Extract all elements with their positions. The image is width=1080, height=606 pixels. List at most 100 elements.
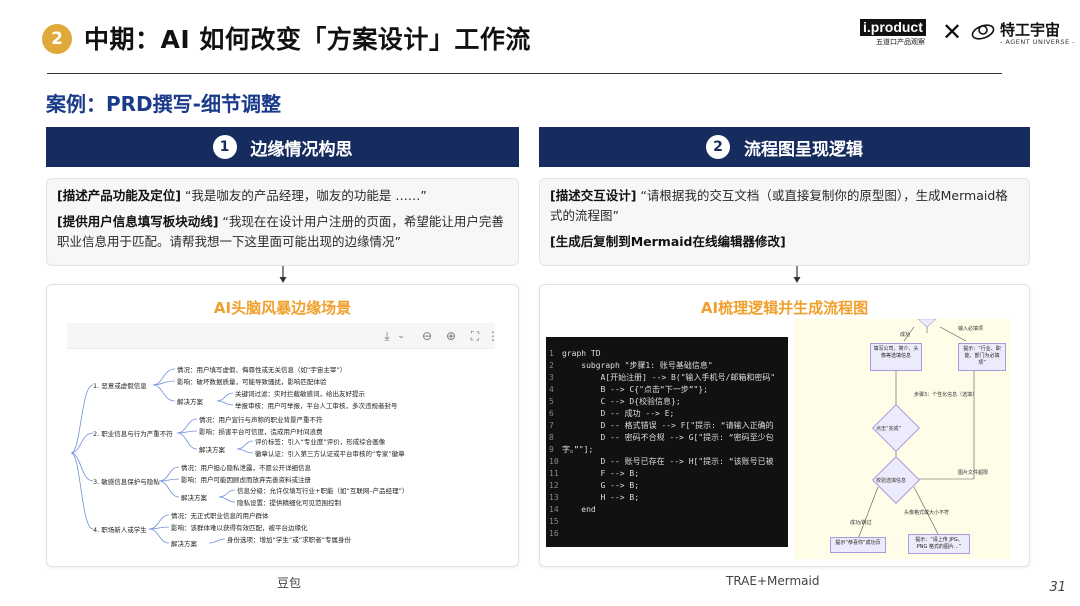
mm-b1-item-3: 解决方案: [177, 398, 203, 406]
code-line-number: 6: [549, 409, 554, 418]
mm-b3-item-5: 隐私设置：提供精细化可见范围控制: [237, 499, 341, 507]
code-line: 4 B --> C{"点击“下一步”"};: [546, 385, 708, 395]
code-line-number: 1: [549, 349, 554, 358]
code-line-number: 3: [549, 373, 554, 382]
code-line-text: end: [562, 505, 596, 514]
mm-b2-item-1: 情况：用户宣行与声称的职业背景严重不符: [199, 416, 323, 424]
mm-b2-item-2: 影响：损害平台可信度，造成用户时间浪费: [199, 428, 323, 436]
code-line-number: 15: [549, 517, 559, 526]
code-line-text: C --> D{校验信息};: [562, 397, 681, 406]
right-caption: TRAE+Mermaid: [726, 574, 820, 588]
code-line: 2 subgraph "步骤1: 账号基础信息": [546, 361, 713, 371]
mm-b3-item-3: 解决方案: [181, 494, 207, 502]
section-number-badge: 2: [42, 24, 72, 54]
code-line-text: H --> B;: [562, 493, 640, 502]
code-line-number: 2: [549, 361, 554, 370]
left-caption: 豆包: [277, 576, 302, 590]
code-line-number: 10: [549, 457, 559, 466]
code-line: 3 A[开始注册] --> B("输入手机号/邮箱和密码": [546, 373, 775, 383]
code-line: 12 G --> B;: [546, 481, 639, 491]
mm-b1-item-4: 关键词过滤：实时拦截敏感词，给出友好提示: [235, 390, 365, 398]
mm-b1-item-1: 情况：用户填写虚假、侮辱性或无关信息（如“宇宙主宰”）: [177, 366, 347, 374]
flow-node-success-page: 提示“恭喜你”成功页: [830, 537, 886, 553]
code-line: 5 C --> D{校验信息};: [546, 397, 681, 407]
code-line-number: 4: [549, 385, 554, 394]
mindmap-canvas[interactable]: ⤓ ⌄ ⊖ ⊕ ⛶ ⋮ 1. 恶意或虚假信息 情况：用户填写虚假、侮辱性或无关信…: [67, 323, 495, 548]
mm-branch-2: 2. 职业信息与行为严重不符: [93, 430, 173, 438]
page-title: 中期：AI 如何改变「方案设计」工作流: [84, 25, 531, 54]
right-down-arrow-icon: [793, 266, 801, 283]
code-line: 16: [546, 529, 562, 539]
flow-diamond-validate-label: 校验选填信息: [876, 478, 907, 484]
code-line-number: 7: [549, 421, 554, 430]
code-line-number: 13: [549, 493, 559, 502]
right-desc-p1-bold: [描述交互设计]: [550, 188, 637, 203]
code-line: 1 graph TD: [546, 349, 601, 359]
code-line-text: D -- 密码不合规 --> G["提示: “密码至少包: [562, 433, 774, 442]
mm-b4-item-4: 身份选项：增加“学生”或“求职者”专属身份: [227, 536, 351, 544]
code-line-number: 14: [549, 505, 559, 514]
code-line-text: subgraph "步骤1: 账号基础信息": [562, 361, 713, 370]
flow-label-format: 头像格式或大小不符: [904, 510, 950, 516]
code-line-text: D -- 账号已存在 --> H["提示: “该账号已被: [562, 457, 774, 466]
mm-b4-item-2: 影响：该群体难以获得有效匹配，被平台边缘化: [171, 524, 308, 532]
mm-b2-item-3: 解决方案: [199, 446, 225, 454]
left-desc-p1-bold: [描述产品功能及定位]: [57, 188, 181, 203]
right-description: [描述交互设计] “请根据我的交互文档（或直接复制你的原型图），生成Mermai…: [539, 178, 1030, 266]
flow-node-format-tip: 提示：“请上传 JPG、PNG 格式的图片...”: [908, 534, 970, 554]
mm-b1-item-5: 举报审核：用户可举报，平台人工审核，多次违规者封号: [235, 402, 398, 410]
left-result-panel: AI头脑风暴边缘场景 ⤓ ⌄ ⊖ ⊕ ⛶ ⋮ 1. 恶意或虚假信息 情况：用户填…: [46, 284, 519, 567]
right-step-number: 2: [706, 135, 730, 159]
left-description: [描述产品功能及定位] “我是咖友的产品经理，咖友的功能是 ……” [提供用户信…: [46, 178, 519, 266]
code-line: 15: [546, 517, 562, 527]
code-line-text: graph TD: [562, 349, 601, 358]
code-line-number: 12: [549, 481, 559, 490]
mm-b2-item-5: 徽章认证：引入第三方认证或平台审核的“专家”徽章: [255, 450, 405, 458]
code-line-number: 9: [549, 445, 554, 454]
case-title: 案例：PRD撰写-细节调整: [46, 92, 281, 116]
agent-universe-logo: 特工宇宙: [1000, 21, 1061, 39]
code-line: 14 end: [546, 505, 596, 515]
mm-branch-3: 3. 敏感信息保护与隐私: [93, 478, 160, 486]
flow-label-ok: 成功/跳过: [850, 520, 872, 526]
mm-b4-item-3: 解决方案: [171, 540, 197, 548]
left-desc-p2-bold: [提供用户信息填写板块动线]: [57, 214, 219, 229]
code-line: 9 字。”"];: [546, 445, 593, 455]
left-down-arrow-icon: [279, 266, 287, 283]
code-line-number: 11: [549, 469, 559, 478]
right-step-title: 流程图呈现逻辑: [744, 139, 863, 160]
mm-b4-item-1: 情况：无正式职业信息的用户群体: [171, 512, 269, 520]
flow-node-fill-optional: 填写公司、简介、头像等选填信息: [870, 343, 922, 371]
right-step-header: 2 流程图呈现逻辑: [539, 127, 1030, 167]
code-line-text: D -- 格式错误 --> F["提示: “请输入正确的: [562, 421, 774, 430]
iproduct-logo: i.product: [860, 19, 926, 36]
flow-label-success: 成功: [900, 332, 911, 338]
code-line-text: 字。”"];: [562, 445, 594, 454]
flow-node-required-tip: 提示：“行业、职能、部门为必填项”: [958, 343, 1006, 371]
code-line: 13 H --> B;: [546, 493, 639, 503]
mm-b3-item-1: 情况：用户担心隐私泄露，不愿公开详细信息: [181, 464, 311, 472]
code-line: 7 D -- 格式错误 --> F["提示: “请输入正确的: [546, 421, 774, 431]
mm-b3-item-4: 信息分级：允许仅填写行业+职能（如“互联网–产品经理”）: [237, 487, 409, 495]
collab-x-icon: ✕: [942, 18, 963, 46]
code-line-text: F --> B;: [562, 469, 640, 478]
flowchart-preview[interactable]: 成功 输入必填项 填写公司、简介、头像等选填信息 提示：“行业、职能、部门为必填…: [794, 319, 1010, 559]
code-line-text: G --> B;: [562, 481, 640, 490]
left-step-number: 1: [212, 135, 237, 159]
flow-label-oversize: 图片文件超限: [958, 470, 989, 476]
code-line: 10 D -- 账号已存在 --> H["提示: “该账号已被: [546, 457, 774, 467]
iproduct-subtitle: 五道口产品观察: [876, 38, 925, 46]
code-line: 11 F --> B;: [546, 469, 639, 479]
right-desc-p2-bold: [生成后复制到Mermaid在线编辑器修改]: [550, 234, 786, 249]
code-line-text: A[开始注册] --> B("输入手机号/邮箱和密码": [562, 373, 776, 382]
flow-label-required: 输入必填项: [958, 326, 984, 332]
header-divider: [47, 73, 1002, 74]
right-result-panel: AI梳理逻辑并生成流程图 1 graph TD 2 subgraph "步骤1: 账…: [539, 284, 1030, 567]
code-line-text: B --> C{"点击“下一步”"};: [562, 385, 708, 394]
right-panel-title: AI梳理逻辑并生成流程图: [700, 299, 869, 317]
code-line: 6 D -- 成功 --> E;: [546, 409, 674, 419]
mm-branch-1: 1. 恶意或虚假信息: [93, 382, 147, 390]
flow-diamond-complete-label: 点击“完成”: [876, 426, 902, 432]
left-step-title: 边缘情况构思: [250, 139, 353, 160]
code-editor[interactable]: 1 graph TD 2 subgraph "步骤1: 账号基础信息" 3 A[开始注…: [546, 337, 788, 547]
